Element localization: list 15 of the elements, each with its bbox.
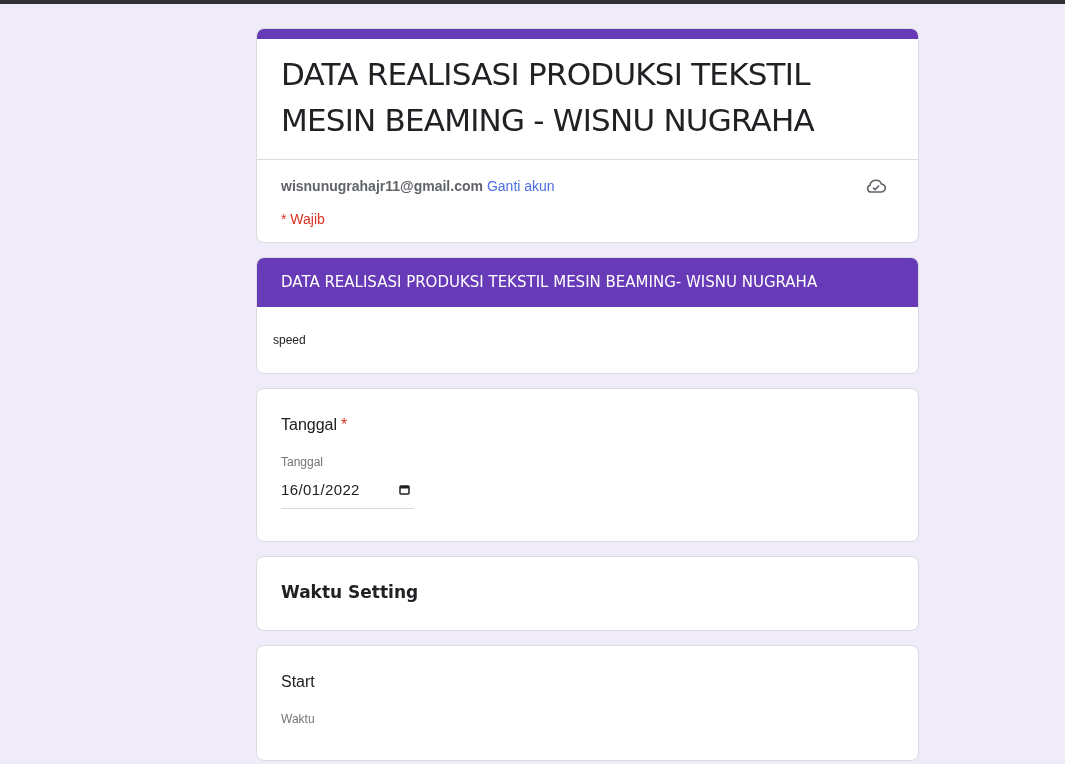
cloud-check-icon xyxy=(866,178,886,194)
field-label: Waktu xyxy=(281,710,316,728)
form-title: DATA REALISASI PRODUKSI TEKSTIL MESIN BEAMING - WISNU NUGRAHA xyxy=(281,55,816,140)
required-note: * Wajib xyxy=(281,210,326,229)
question-title: Tanggal xyxy=(281,415,338,435)
calendar-icon xyxy=(399,485,410,496)
switch-account-link[interactable]: Ganti akun xyxy=(486,176,555,197)
account-email: wisnunugrahajr11@gmail.com xyxy=(281,177,483,196)
field-label: Tanggal xyxy=(281,454,325,471)
section-title: DATA REALISASI PRODUKSI TEKSTIL MESIN BEAMING- WISNU NUGRAHA xyxy=(281,272,818,294)
section-description: speed xyxy=(273,332,306,349)
question-title: Start xyxy=(281,671,315,692)
required-asterisk: * xyxy=(341,415,348,435)
date-field[interactable]: 16/01/2022 xyxy=(281,479,414,509)
heading-title: Waktu Setting xyxy=(281,581,419,605)
